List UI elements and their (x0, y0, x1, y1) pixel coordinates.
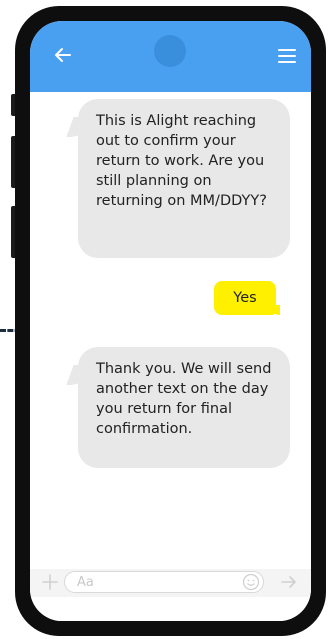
incoming-message-bubble: Thank you. We will send another text on … (78, 347, 290, 468)
incoming-message-bubble: This is Alight reaching out to confirm y… (78, 99, 290, 258)
front-camera (154, 35, 186, 67)
page: This is Alight reaching out to confirm y… (0, 0, 328, 639)
phone-frame: This is Alight reaching out to confirm y… (15, 6, 326, 636)
outgoing-message-bubble: Yes (214, 281, 280, 315)
phone-screen: This is Alight reaching out to confirm y… (30, 21, 311, 621)
message-input[interactable]: Aa (64, 571, 264, 593)
send-arrow-icon[interactable] (280, 574, 298, 590)
app-header (30, 21, 311, 92)
message-composer: Aa (30, 569, 311, 597)
back-arrow-icon[interactable] (53, 45, 73, 65)
hamburger-menu-icon[interactable] (277, 48, 297, 64)
plus-icon[interactable] (42, 574, 58, 590)
composer-bottom-area (30, 597, 311, 621)
emoji-icon[interactable] (242, 573, 260, 591)
